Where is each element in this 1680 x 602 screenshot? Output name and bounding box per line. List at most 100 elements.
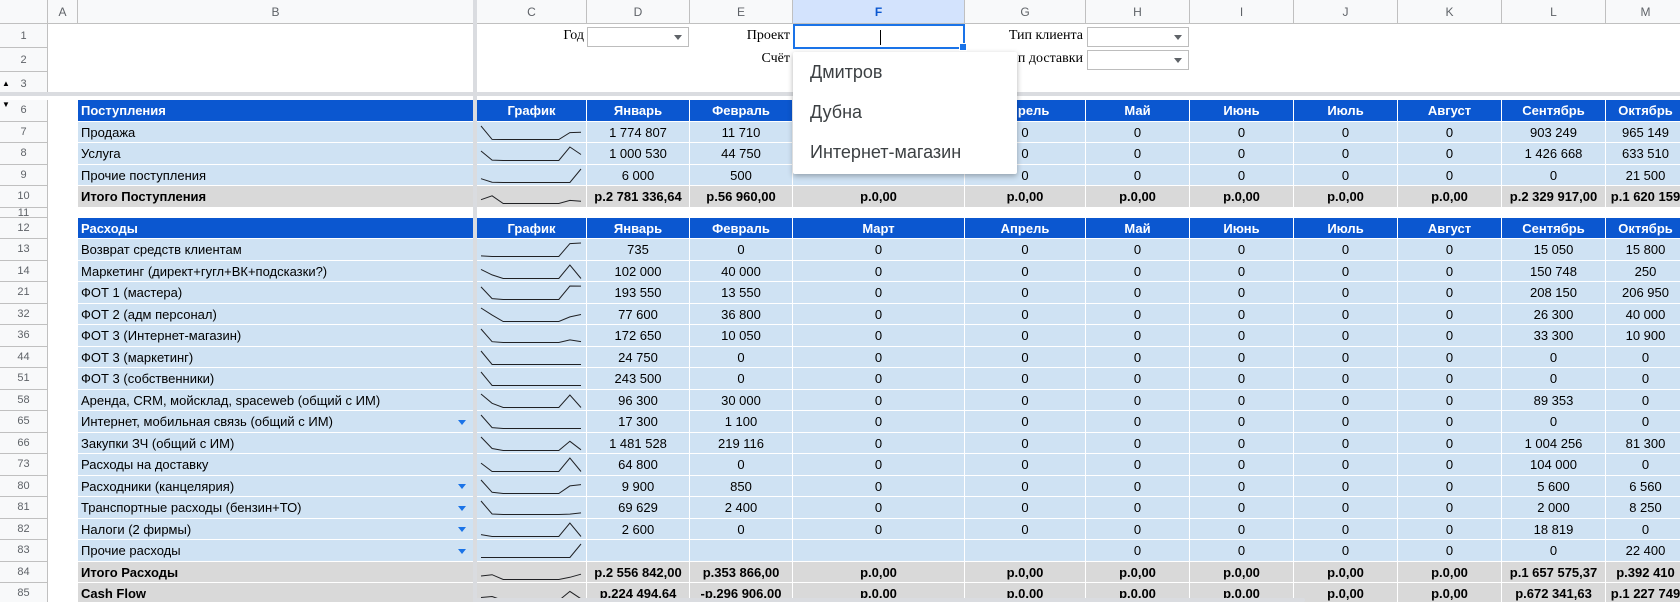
month-header[interactable]: Октябрь bbox=[1606, 100, 1680, 122]
value-cell[interactable]: 0 bbox=[1398, 121, 1502, 143]
value-cell[interactable]: 0 bbox=[1398, 540, 1502, 562]
value-cell[interactable]: р.0,00 bbox=[793, 186, 965, 208]
row-label[interactable]: Расходы bbox=[78, 217, 474, 239]
value-cell[interactable]: 30 000 bbox=[690, 389, 793, 411]
value-cell[interactable]: 0 bbox=[1398, 239, 1502, 261]
value-cell[interactable]: 22 400 bbox=[1606, 540, 1680, 562]
value-cell[interactable]: 0 bbox=[1086, 260, 1190, 282]
value-cell[interactable]: р.0,00 bbox=[793, 561, 965, 583]
active-cell-project[interactable] bbox=[793, 24, 967, 51]
row-label[interactable]: ФОТ 3 (Интернет-магазин) bbox=[78, 325, 474, 347]
value-cell[interactable]: 6 000 bbox=[587, 164, 690, 186]
value-cell[interactable]: 0 bbox=[1190, 260, 1294, 282]
cell-a[interactable] bbox=[48, 540, 78, 562]
cell-a[interactable] bbox=[48, 217, 78, 239]
cell-a[interactable] bbox=[48, 282, 78, 304]
value-cell[interactable]: 0 bbox=[965, 454, 1086, 476]
value-cell[interactable]: 8 250 bbox=[1606, 497, 1680, 519]
value-cell[interactable]: 0 bbox=[1502, 346, 1606, 368]
column-header-f[interactable]: F bbox=[793, 0, 965, 24]
value-cell[interactable]: 193 550 bbox=[587, 282, 690, 304]
row-label[interactable]: Транспортные расходы (бензин+ТО) bbox=[78, 497, 474, 519]
column-header-l[interactable]: L bbox=[1502, 0, 1606, 24]
month-header[interactable]: Сентябрь bbox=[1502, 217, 1606, 239]
column-header-k[interactable]: K bbox=[1398, 0, 1502, 24]
row-header-73[interactable]: 73 bbox=[0, 454, 48, 476]
value-cell[interactable]: р.56 960,00 bbox=[690, 186, 793, 208]
value-cell[interactable]: 0 bbox=[1086, 432, 1190, 454]
value-cell[interactable]: 0 bbox=[793, 518, 965, 540]
value-cell[interactable]: р.0,00 bbox=[1398, 561, 1502, 583]
cell-a[interactable] bbox=[48, 121, 78, 143]
row-label[interactable]: Маркетинг (директ+гугл+ВК+подсказки?) bbox=[78, 260, 474, 282]
cell-a[interactable] bbox=[48, 239, 78, 261]
value-cell[interactable]: 0 bbox=[1294, 325, 1398, 347]
value-cell[interactable]: 44 750 bbox=[690, 143, 793, 165]
value-cell[interactable]: 18 819 bbox=[1502, 518, 1606, 540]
value-cell[interactable]: 0 bbox=[1190, 346, 1294, 368]
value-cell[interactable]: 0 bbox=[965, 368, 1086, 390]
value-cell[interactable]: 0 bbox=[965, 411, 1086, 433]
value-cell[interactable]: 965 149 bbox=[1606, 121, 1680, 143]
value-cell[interactable]: 1 100 bbox=[690, 411, 793, 433]
value-cell[interactable] bbox=[965, 540, 1086, 562]
value-cell[interactable]: 0 bbox=[1294, 239, 1398, 261]
value-cell[interactable]: р.2 781 336,64 bbox=[587, 186, 690, 208]
row-label[interactable]: Налоги (2 фирмы) bbox=[78, 518, 474, 540]
value-cell[interactable] bbox=[690, 540, 793, 562]
value-cell[interactable]: 0 bbox=[1086, 282, 1190, 304]
row-label[interactable]: ФОТ 2 (адм персонал) bbox=[78, 303, 474, 325]
dropdown-option[interactable]: Интернет-магазин bbox=[793, 132, 1017, 172]
value-cell[interactable]: 0 bbox=[1086, 346, 1190, 368]
value-cell[interactable]: р.0,00 bbox=[1294, 186, 1398, 208]
select-all-corner[interactable] bbox=[0, 0, 48, 24]
value-cell[interactable]: 6 560 bbox=[1606, 475, 1680, 497]
row-header-14[interactable]: 14 bbox=[0, 260, 48, 282]
month-header[interactable]: Сентябрь bbox=[1502, 100, 1606, 122]
value-cell[interactable]: 0 bbox=[1294, 411, 1398, 433]
month-header[interactable]: Февраль bbox=[690, 217, 793, 239]
value-cell[interactable]: р.0,00 bbox=[1086, 561, 1190, 583]
value-cell[interactable]: 208 150 bbox=[1502, 282, 1606, 304]
dropdown-option[interactable]: Дмитров bbox=[793, 52, 1017, 92]
value-cell[interactable]: 0 bbox=[1606, 411, 1680, 433]
value-cell[interactable]: 0 bbox=[793, 432, 965, 454]
value-cell[interactable]: 15 800 bbox=[1606, 239, 1680, 261]
value-cell[interactable]: 0 bbox=[965, 497, 1086, 519]
row-header-65[interactable]: 65 bbox=[0, 411, 48, 433]
value-cell[interactable]: 0 bbox=[1086, 497, 1190, 519]
value-cell[interactable]: 150 748 bbox=[1502, 260, 1606, 282]
value-cell[interactable]: 0 bbox=[793, 389, 965, 411]
value-cell[interactable]: 0 bbox=[1398, 164, 1502, 186]
chevron-down-icon[interactable] bbox=[458, 527, 466, 533]
value-cell[interactable]: 1 481 528 bbox=[587, 432, 690, 454]
chevron-down-icon[interactable] bbox=[458, 548, 466, 554]
value-cell[interactable]: 0 bbox=[1086, 540, 1190, 562]
value-cell[interactable]: р.0,00 bbox=[1294, 583, 1398, 602]
cell-a[interactable] bbox=[48, 346, 78, 368]
value-cell[interactable]: 633 510 bbox=[1606, 143, 1680, 165]
chevron-down-icon[interactable] bbox=[458, 505, 466, 511]
row-label[interactable]: ФОТ 3 (маркетинг) bbox=[78, 346, 474, 368]
value-cell[interactable]: 2 000 bbox=[1502, 497, 1606, 519]
month-header[interactable]: Июнь bbox=[1190, 217, 1294, 239]
cell-a[interactable] bbox=[48, 260, 78, 282]
row-label[interactable]: Интернет, мобильная связь (общий с ИМ) bbox=[78, 411, 474, 433]
value-cell[interactable]: 0 bbox=[1190, 164, 1294, 186]
value-cell[interactable]: 96 300 bbox=[587, 389, 690, 411]
row-label[interactable]: Возврат средств клиентам bbox=[78, 239, 474, 261]
value-cell[interactable]: 0 bbox=[793, 282, 965, 304]
row-header-84[interactable]: 84 bbox=[0, 561, 48, 583]
value-cell[interactable]: 10 050 bbox=[690, 325, 793, 347]
row-header-11[interactable]: 11 bbox=[0, 207, 48, 218]
value-cell[interactable]: 0 bbox=[1086, 389, 1190, 411]
value-cell[interactable]: 0 bbox=[793, 475, 965, 497]
value-cell[interactable]: 0 bbox=[793, 368, 965, 390]
value-cell[interactable]: 0 bbox=[793, 454, 965, 476]
value-cell[interactable]: 0 bbox=[1398, 368, 1502, 390]
value-cell[interactable]: 0 bbox=[1398, 260, 1502, 282]
value-cell[interactable]: 0 bbox=[1086, 239, 1190, 261]
value-cell[interactable]: 33 300 bbox=[1502, 325, 1606, 347]
value-cell[interactable]: 850 bbox=[690, 475, 793, 497]
row-header-1[interactable]: 1 bbox=[0, 24, 48, 48]
